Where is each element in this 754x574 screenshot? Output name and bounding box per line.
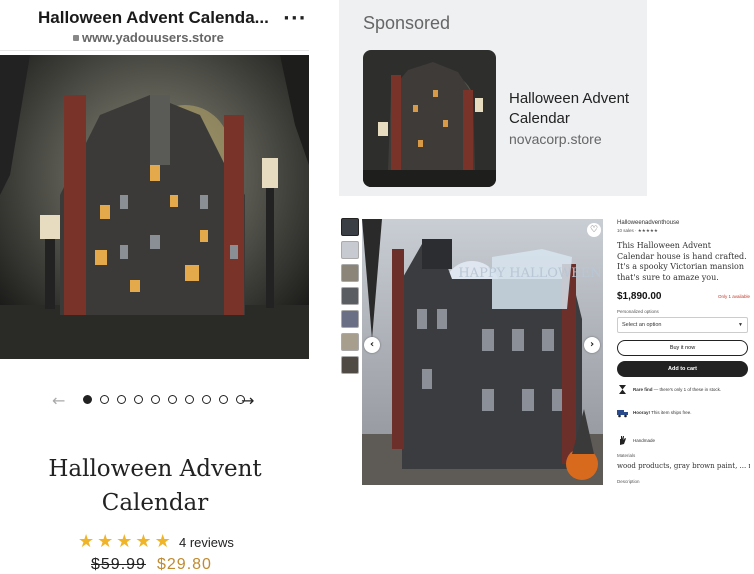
reviews-link[interactable]: 4 reviews <box>179 535 234 550</box>
perk-rare-text: — there's only 1 of these in stock. <box>652 387 722 392</box>
thumbnail[interactable] <box>341 333 359 351</box>
rating-stars[interactable]: ★ ★ ★ ★ ★ <box>78 532 171 552</box>
ad-domain[interactable]: novacorp.store <box>509 131 602 147</box>
sale-price: $29.80 <box>157 556 212 573</box>
original-price: $59.99 <box>91 556 146 573</box>
page-title: Halloween Advent Calenda... <box>38 8 269 27</box>
sales-count: 10 sales · ★★★★★ <box>617 228 658 233</box>
star-icon: ★ <box>116 531 133 552</box>
star-icon: ★ <box>78 531 95 552</box>
perk-ship-text: This item ships free. <box>650 410 692 415</box>
photo-next-button[interactable]: › <box>584 337 600 353</box>
buy-now-button[interactable]: Buy it now <box>617 340 748 356</box>
product-name: Halloween Advent Calendar <box>48 456 262 516</box>
perk-rare-bold: Rare find <box>633 387 653 392</box>
chevron-down-icon: ▼ <box>738 322 743 328</box>
lock-icon <box>73 35 79 41</box>
carousel-dot[interactable] <box>151 395 160 404</box>
carousel-dot[interactable] <box>83 395 92 404</box>
truck-icon <box>617 410 628 418</box>
carousel-dots <box>83 395 245 404</box>
listing-description: This Halloween Advent Calendar house is … <box>617 241 747 282</box>
add-to-cart-button[interactable]: Add to cart <box>617 361 748 377</box>
star-icon: ★ <box>97 531 114 552</box>
materials-label: Materials <box>617 453 636 458</box>
thumbnail[interactable] <box>341 287 359 305</box>
hand-icon <box>620 436 626 445</box>
ad-title[interactable]: Halloween Advent Calendar <box>509 89 649 129</box>
url-bar[interactable]: www.yadouusers.store <box>73 30 224 45</box>
favorite-heart-icon[interactable]: ♡ <box>587 223 601 237</box>
availability-badge: Only 1 available <box>717 294 750 299</box>
options-label: Personalized options <box>617 309 659 314</box>
sponsored-ad-card[interactable]: Sponsored Halloween Advent Calendar nova… <box>339 0 647 196</box>
sponsored-label: Sponsored <box>363 13 451 33</box>
listing-price: $1,890.00 <box>617 291 662 302</box>
product-photo[interactable] <box>0 55 309 359</box>
carousel-prev-button[interactable]: ← <box>52 391 65 410</box>
carousel-dot[interactable] <box>117 395 126 404</box>
thumbnail[interactable] <box>341 218 359 236</box>
carousel-dot[interactable] <box>168 395 177 404</box>
materials-value[interactable]: wood products, gray brown paint, ... mor… <box>617 462 750 470</box>
listing-panel: HAPPY HALLOWEEN ‹ › ♡ Halloweenadventhou… <box>339 214 754 514</box>
listing-main-photo[interactable]: HAPPY HALLOWEEN <box>362 219 603 485</box>
hourglass-icon <box>619 385 626 394</box>
thumbnail[interactable] <box>341 356 359 374</box>
carousel-dot[interactable] <box>219 395 228 404</box>
perk-free-shipping: Hooray! This item ships free. <box>617 407 691 418</box>
star-icon: ★ <box>135 531 152 552</box>
option-select[interactable]: Select an option ▼ <box>617 317 748 333</box>
star-icon: ★ <box>154 531 171 552</box>
more-options-icon[interactable]: ··· <box>283 8 307 29</box>
description-label[interactable]: Description <box>617 479 640 484</box>
shop-name[interactable]: Halloweenadventhouse <box>617 220 679 226</box>
perk-rare-find: Rare find — there's only 1 of these in s… <box>617 384 721 395</box>
handmade-row: Handmade <box>617 435 655 446</box>
handmade-label: Handmade <box>633 438 656 443</box>
carousel-dot[interactable] <box>202 395 211 404</box>
select-placeholder: Select an option <box>622 322 662 328</box>
carousel-dot[interactable] <box>100 395 109 404</box>
ad-thumbnail[interactable] <box>363 50 496 187</box>
photo-sign-text: HAPPY HALLOWEEN <box>458 266 601 281</box>
carousel-dot[interactable] <box>134 395 143 404</box>
thumbnail[interactable] <box>341 264 359 282</box>
thumbnail[interactable] <box>341 310 359 328</box>
url-text: www.yadouusers.store <box>82 30 224 45</box>
thumbnail[interactable] <box>341 241 359 259</box>
thumbnail-strip <box>341 218 359 374</box>
carousel-next-button[interactable]: → <box>241 391 254 410</box>
carousel-dot[interactable] <box>185 395 194 404</box>
divider <box>0 50 309 51</box>
product-page-panel: Halloween Advent Calenda... ··· www.yado… <box>0 0 309 574</box>
photo-prev-button[interactable]: ‹ <box>364 337 380 353</box>
perk-ship-bold: Hooray! <box>633 410 651 415</box>
